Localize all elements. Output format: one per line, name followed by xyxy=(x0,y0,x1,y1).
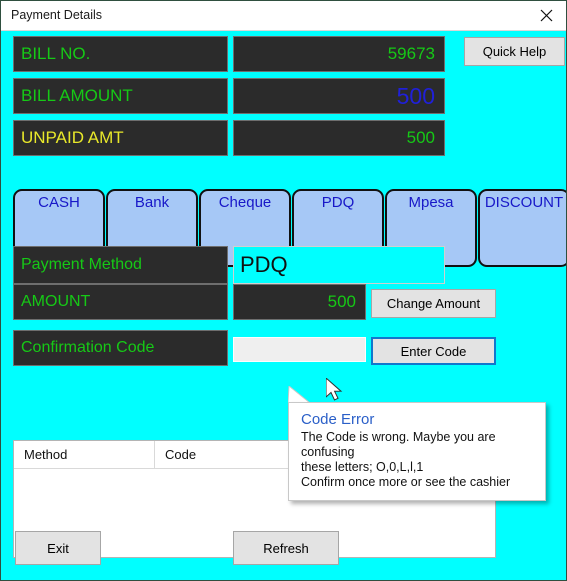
tooltip-line-1: The Code is wrong. Maybe you are confusi… xyxy=(301,430,496,459)
payment-method-discount[interactable]: DISCOUNT xyxy=(478,189,566,267)
change-amount-button[interactable]: Change Amount xyxy=(371,289,496,318)
confirmation-code-input[interactable] xyxy=(233,337,366,362)
table-column-method[interactable]: Method xyxy=(14,441,154,468)
payment-details-window: Payment Details Quick Help BILL NO. 5967… xyxy=(0,0,567,581)
amount-label-field: AMOUNT xyxy=(13,284,228,320)
payment-method-value: PDQ xyxy=(240,252,288,277)
window-title: Payment Details xyxy=(11,8,103,22)
refresh-label: Refresh xyxy=(263,540,309,556)
exit-button[interactable]: Exit xyxy=(15,531,101,565)
payment-method-label-text: Payment Method xyxy=(21,256,142,273)
titlebar: Payment Details xyxy=(1,1,566,31)
refresh-button[interactable]: Refresh xyxy=(233,531,339,565)
tooltip-line-2: these letters; O,0,L,l,1 xyxy=(301,460,424,474)
payment-method-label: PDQ xyxy=(321,194,355,211)
payment-method-label: Cheque xyxy=(218,194,272,211)
confirmation-code-label-field: Confirmation Code xyxy=(13,330,228,366)
unpaid-amt-value-field: 500 xyxy=(233,120,445,156)
client-area: Quick Help BILL NO. 59673 BILL AMOUNT 50… xyxy=(1,31,566,580)
quick-help-button[interactable]: Quick Help xyxy=(464,37,565,66)
table-column-label: Code xyxy=(165,447,197,462)
bill-no-label-field: BILL NO. xyxy=(13,36,228,72)
payment-method-label-field: Payment Method xyxy=(13,246,228,284)
change-amount-label: Change Amount xyxy=(386,296,481,311)
unpaid-amt-label: UNPAID AMT xyxy=(21,128,124,147)
bill-no-value: 59673 xyxy=(387,44,435,63)
payment-method-label: CASH xyxy=(38,194,80,211)
table-column-code[interactable]: Code xyxy=(154,441,294,468)
payment-method-label: DISCOUNT xyxy=(484,194,564,211)
bill-amount-label-field: BILL AMOUNT xyxy=(13,78,228,114)
close-icon[interactable] xyxy=(524,1,566,30)
table-column-label: Method xyxy=(24,447,68,462)
bill-amount-value: 500 xyxy=(396,82,435,109)
payment-method-value-input[interactable]: PDQ xyxy=(233,246,445,284)
bill-no-label: BILL NO. xyxy=(21,44,91,63)
tooltip-title: Code Error xyxy=(301,411,375,428)
code-error-tooltip: Code Error The Code is wrong. Maybe you … xyxy=(288,402,546,501)
amount-value-field: 500 xyxy=(233,284,366,320)
bill-amount-value-field: 500 xyxy=(233,78,445,114)
quick-help-label: Quick Help xyxy=(482,44,547,59)
bill-amount-label: BILL AMOUNT xyxy=(21,86,133,105)
unpaid-amt-label-field: UNPAID AMT xyxy=(13,120,228,156)
enter-code-button[interactable]: Enter Code xyxy=(371,337,496,365)
amount-value: 500 xyxy=(327,292,356,311)
unpaid-amt-value: 500 xyxy=(406,128,435,147)
tooltip-line-3: Confirm once more or see the cashier xyxy=(301,475,511,489)
confirmation-code-label: Confirmation Code xyxy=(21,339,155,356)
amount-label: AMOUNT xyxy=(21,293,91,310)
payment-method-label: Mpesa xyxy=(408,194,454,211)
enter-code-label: Enter Code xyxy=(400,343,467,359)
exit-label: Exit xyxy=(47,540,69,556)
payment-method-label: Bank xyxy=(134,194,170,211)
bill-no-value-field: 59673 xyxy=(233,36,445,72)
